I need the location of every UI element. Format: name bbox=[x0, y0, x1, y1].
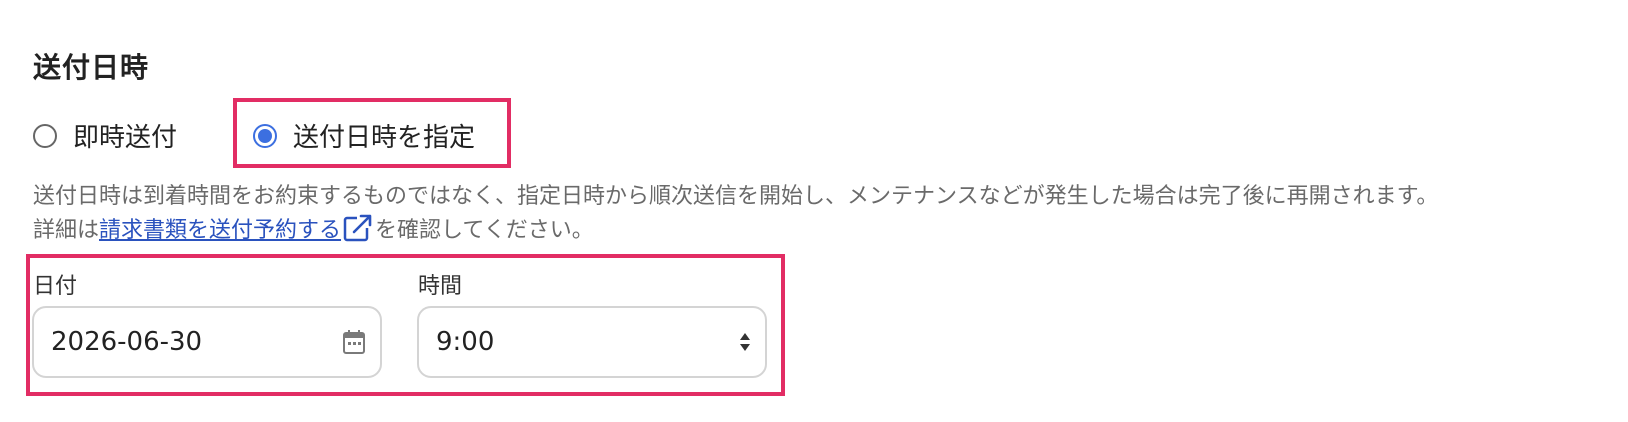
select-arrows-icon[interactable] bbox=[739, 332, 751, 352]
section-title: 送付日時 bbox=[33, 51, 150, 84]
help-link[interactable]: 請求書類を送付予約する bbox=[99, 212, 341, 244]
radio-unchecked-icon[interactable] bbox=[33, 123, 57, 148]
time-label: 時間 bbox=[418, 274, 463, 299]
time-value[interactable]: 9:00 bbox=[436, 327, 739, 357]
radio-immediate-send[interactable]: 即時送付 bbox=[33, 117, 177, 154]
highlight-box-radio bbox=[233, 98, 511, 168]
help-prefix: 詳細は bbox=[33, 218, 100, 243]
help-text-line2: 詳細は 請求書類を送付予約する を確認してください。 bbox=[33, 212, 594, 244]
date-value[interactable]: 2026-06-30 bbox=[51, 327, 342, 357]
help-text-line1: 送付日時は到着時間をお約束するものではなく、指定日時から順次送信を開始し、メンテ… bbox=[33, 184, 1439, 209]
date-input[interactable]: 2026-06-30 bbox=[32, 306, 382, 378]
date-label: 日付 bbox=[33, 274, 78, 299]
external-link-icon[interactable] bbox=[343, 213, 374, 243]
calendar-icon[interactable] bbox=[342, 329, 366, 355]
help-suffix: を確認してください。 bbox=[375, 218, 594, 243]
time-select[interactable]: 9:00 bbox=[417, 306, 767, 378]
radio-immediate-label[interactable]: 即時送付 bbox=[73, 117, 177, 154]
